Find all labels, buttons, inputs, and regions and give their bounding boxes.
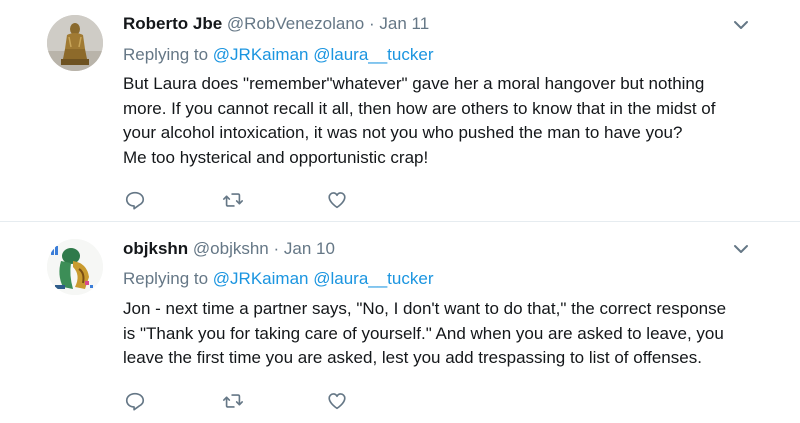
reply-icon — [125, 392, 145, 411]
display-name[interactable]: objkshn — [123, 239, 188, 258]
avatar[interactable] — [47, 239, 103, 295]
heart-icon — [328, 393, 346, 410]
tweet-header: Roberto Jbe @RobVenezolano · Jan 11 — [123, 13, 429, 35]
chevron-down-icon[interactable] — [731, 18, 751, 32]
tweet-text-line: Me too hysterical and opportunistic crap… — [123, 147, 429, 167]
user-handle[interactable]: @objkshn — [193, 239, 269, 258]
like-button[interactable] — [325, 188, 349, 212]
illustrated-avatar-icon — [47, 239, 103, 295]
statue-avatar-icon — [47, 15, 103, 71]
tweet-card[interactable]: objkshn @objkshn · Jan 10 Replying to @J… — [0, 221, 800, 423]
replying-to: Replying to @JRKaiman @laura__tucker — [123, 268, 433, 290]
mention-link[interactable]: @JRKaiman — [213, 269, 309, 288]
reply-icon — [125, 191, 145, 210]
tweet-text-line: But Laura does "remember"whatever" gave … — [123, 74, 705, 93]
tweet-text-line: Jon - next time a partner says, "No, I d… — [123, 299, 727, 318]
mention-link[interactable]: @laura__tucker — [313, 269, 433, 288]
tweet-card[interactable]: Roberto Jbe @RobVenezolano · Jan 11 Repl… — [0, 0, 800, 221]
mention-link[interactable]: @laura__tucker — [313, 45, 433, 64]
tweet-header: objkshn @objkshn · Jan 10 — [123, 238, 335, 260]
tweet-text: But Laura does "remember"whatever" gave … — [123, 72, 763, 170]
chevron-down-icon[interactable] — [731, 242, 751, 256]
like-button[interactable] — [325, 389, 349, 413]
replying-to: Replying to @JRKaiman @laura__tucker — [123, 44, 433, 66]
retweet-button[interactable] — [221, 188, 245, 212]
tweet-date[interactable]: Jan 10 — [284, 239, 335, 258]
avatar[interactable] — [47, 15, 103, 71]
separator-dot: · — [273, 239, 280, 258]
heart-icon — [328, 192, 346, 209]
replying-to-label: Replying to — [123, 269, 209, 288]
tweet-text: Jon - next time a partner says, "No, I d… — [123, 297, 763, 371]
tweet-text-line: more. If you cannot recall it all, then … — [123, 98, 716, 118]
separator-dot: · — [368, 14, 375, 33]
tweet-text-line: your alcohol intoxication, it was not yo… — [123, 123, 683, 142]
display-name[interactable]: Roberto Jbe — [123, 14, 222, 33]
tweet-text-line: is "Thank you for taking care of yoursel… — [123, 323, 724, 343]
replying-to-label: Replying to — [123, 45, 209, 64]
retweet-icon — [223, 193, 243, 207]
retweet-button[interactable] — [221, 389, 245, 413]
tweet-date[interactable]: Jan 11 — [379, 14, 429, 33]
tweet-text-line: leave the first time you are asked, lest… — [123, 348, 702, 367]
user-handle[interactable]: @RobVenezolano — [227, 14, 364, 33]
tweet-actions — [123, 188, 383, 212]
mention-link[interactable]: @JRKaiman — [213, 45, 309, 64]
reply-button[interactable] — [123, 389, 147, 413]
reply-button[interactable] — [123, 188, 147, 212]
retweet-icon — [223, 394, 243, 408]
tweet-actions — [123, 389, 383, 413]
